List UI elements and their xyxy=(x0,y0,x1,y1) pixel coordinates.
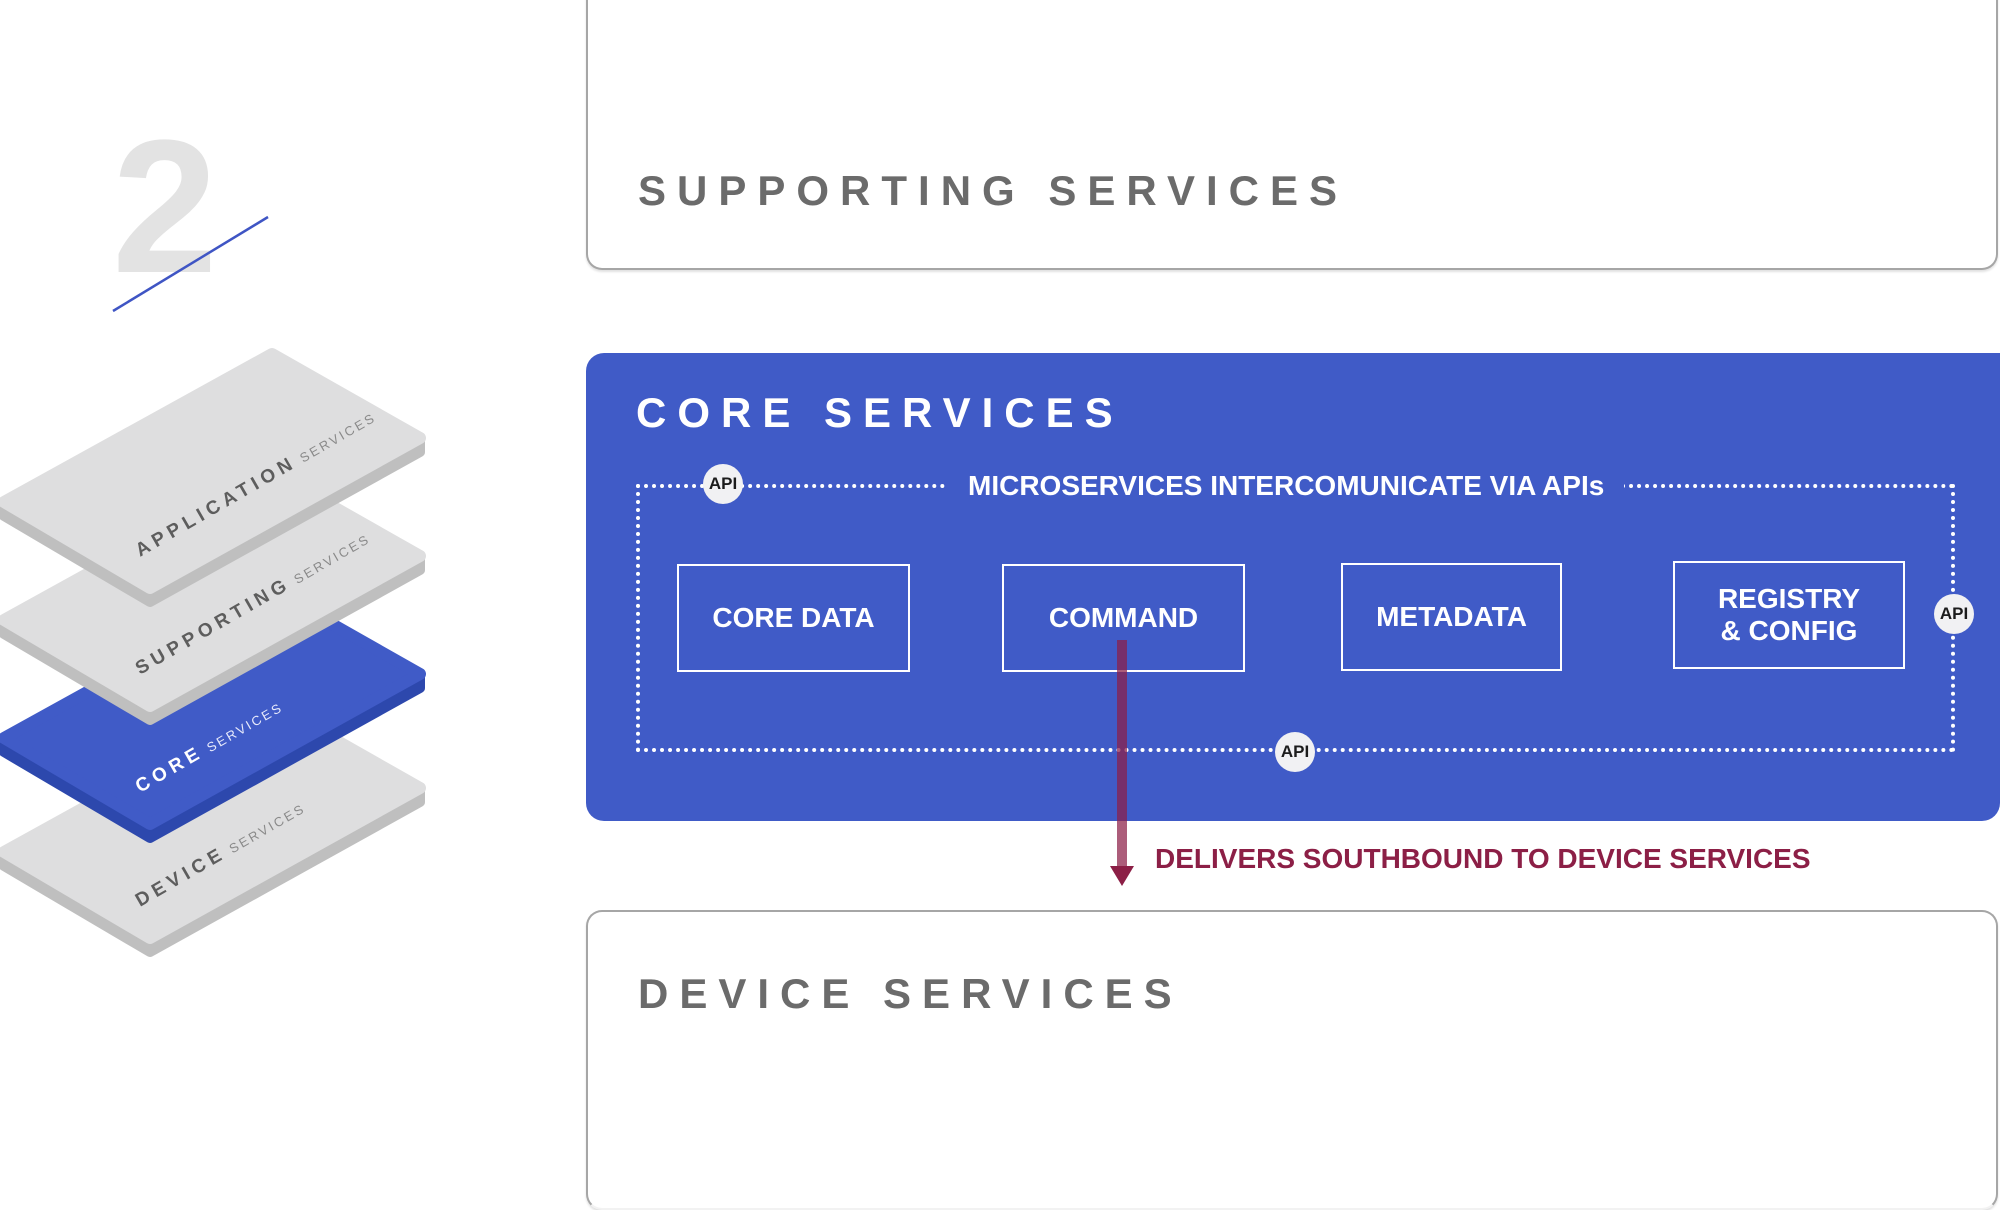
supporting-services-panel: SUPPORTING SERVICES xyxy=(586,0,1998,270)
layer-stack-illustration: DEVICESERVICESCORESERVICESSUPPORTINGSERV… xyxy=(0,348,426,957)
interconnect-label: MICROSERVICES INTERCOMUNICATE VIA APIs xyxy=(948,470,1625,502)
core-services-title: CORE SERVICES xyxy=(636,389,1124,436)
southbound-label: DELIVERS SOUTHBOUND TO DEVICE SERVICES xyxy=(1155,843,1811,874)
service-metadata: METADATA xyxy=(1341,563,1562,671)
southbound-arrow-head-icon xyxy=(1110,866,1134,886)
southbound-arrow-shaft xyxy=(1117,640,1127,870)
device-services-panel: DEVICE SERVICES xyxy=(586,910,1998,1210)
step-underline xyxy=(112,215,269,313)
service-core-data: CORE DATA xyxy=(677,564,910,672)
api-badge-top: API xyxy=(703,464,743,504)
api-badge-bottom: API xyxy=(1275,732,1315,772)
service-registry-config: REGISTRY & CONFIG xyxy=(1673,561,1905,669)
device-services-title: DEVICE SERVICES xyxy=(638,970,1183,1017)
service-registry-config-label: REGISTRY & CONFIG xyxy=(1717,582,1861,646)
supporting-services-title: SUPPORTING SERVICES xyxy=(638,167,1349,214)
core-services-panel: CORE SERVICES MICROSERVICES INTERCOMUNIC… xyxy=(586,353,2000,821)
api-badge-right: API xyxy=(1934,594,1974,634)
